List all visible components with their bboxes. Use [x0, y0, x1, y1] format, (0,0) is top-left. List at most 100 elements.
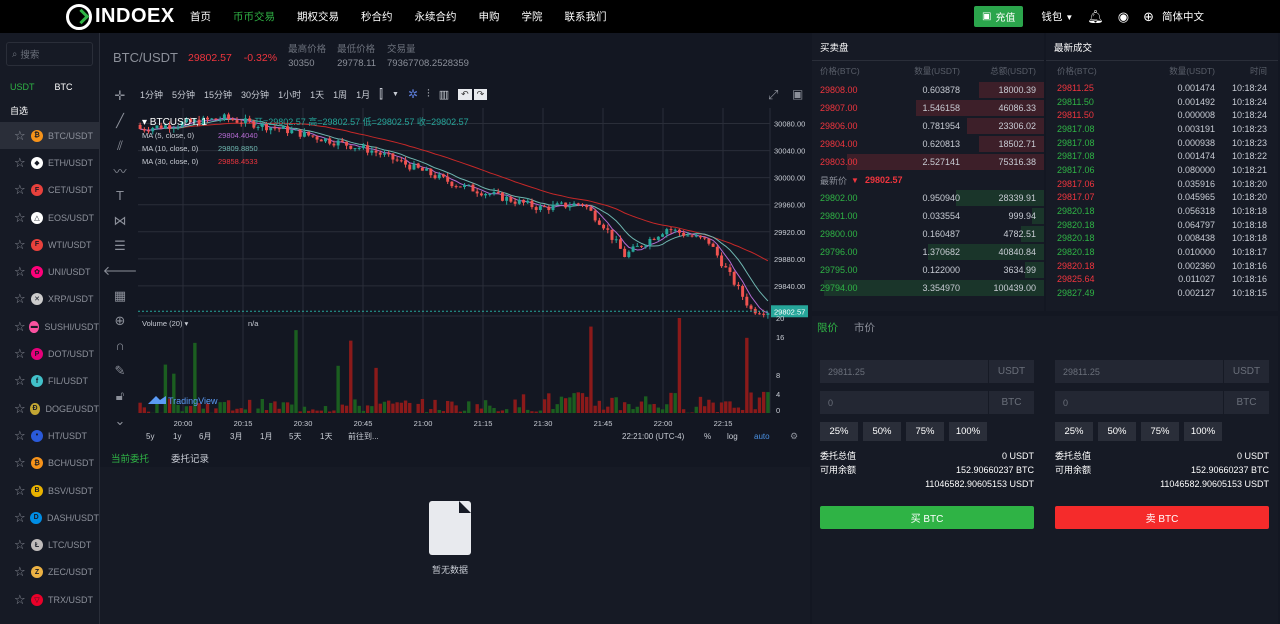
coin-item[interactable]: ☆ ✿ UNI/USDT — [0, 258, 99, 285]
favorites-label[interactable]: 自选 — [0, 104, 99, 118]
coin-item[interactable]: ☆ ₿ BTC/USDT — [0, 122, 99, 150]
indicators-icon[interactable]: ⫶ — [427, 88, 430, 101]
order-book-row[interactable]: 29806.00 0.781954 23306.02 — [812, 117, 1044, 135]
interval-1w[interactable]: 1周 — [333, 88, 347, 101]
coin-item[interactable]: ☆ ▬ SUSHI/USDT — [0, 313, 99, 340]
star-icon[interactable]: ☆ — [14, 373, 31, 389]
buy-50-button[interactable]: 50% — [863, 422, 901, 441]
sell-100-button[interactable]: 100% — [1184, 422, 1222, 441]
coin-item[interactable]: ☆ • HT/USDT — [0, 422, 99, 449]
tab-limit[interactable]: 限价 — [817, 320, 838, 335]
star-icon[interactable]: ☆ — [14, 510, 30, 526]
coin-item[interactable]: ☆ D DASH/USDT — [0, 504, 99, 531]
order-book-row[interactable]: 29800.00 0.160487 4782.51 — [812, 225, 1044, 243]
order-book-row[interactable]: 29796.00 1.370682 40840.84 — [812, 243, 1044, 261]
indoex-logo[interactable]: INDOEX — [66, 3, 190, 30]
chevron-down-icon[interactable]: ▼ — [392, 91, 399, 98]
ruler-icon[interactable]: ▦ — [105, 283, 135, 308]
sell-50-button[interactable]: 50% — [1098, 422, 1136, 441]
nav-second-contract[interactable]: 秒合约 — [361, 9, 393, 24]
fib-icon[interactable]: ☰ — [105, 233, 135, 258]
zoom-in-icon[interactable]: ⊕ — [105, 308, 135, 333]
order-book-row[interactable]: 29802.00 0.950940 28339.91 — [812, 189, 1044, 207]
buy-price-input[interactable]: 29811.25 USDT — [820, 360, 1034, 383]
wallet-menu[interactable]: 钱包 ▼ — [1041, 9, 1073, 24]
coin-item[interactable]: ☆ △ EOS/USDT — [0, 204, 99, 231]
tab-order-history[interactable]: 委托记录 — [171, 451, 209, 465]
interval-30m[interactable]: 30分钟 — [241, 88, 269, 101]
magnet-icon[interactable]: ∩ — [105, 333, 135, 358]
globe-icon[interactable]: ⊕ — [1143, 9, 1154, 25]
star-icon[interactable]: ☆ — [14, 210, 31, 226]
candle-style-icon[interactable]: ⫿ — [379, 87, 383, 102]
nav-options[interactable]: 期权交易 — [297, 9, 339, 24]
coin-item[interactable]: ☆ Z ZEC/USDT — [0, 559, 99, 586]
star-icon[interactable]: ☆ — [14, 401, 30, 417]
nav-spot-trading[interactable]: 币币交易 — [233, 9, 275, 24]
sell-price-input[interactable]: 29811.25 USDT — [1055, 360, 1269, 383]
chevron-down-icon[interactable]: ⌄ — [105, 408, 135, 433]
crosshair-icon[interactable]: ✛ — [105, 83, 135, 108]
recharge-button[interactable]: ▣ 充值 — [973, 6, 1024, 27]
star-icon[interactable]: ☆ — [14, 264, 31, 280]
buy-25-button[interactable]: 25% — [820, 422, 858, 441]
undo-icon[interactable]: ↶ — [458, 88, 472, 100]
nav-home[interactable]: 首页 — [190, 9, 211, 24]
interval-15m[interactable]: 15分钟 — [204, 88, 232, 101]
order-book-row[interactable]: 29801.00 0.033554 999.94 — [812, 207, 1044, 225]
arrow-left-icon[interactable]: 🡐 — [103, 258, 138, 283]
star-icon[interactable]: ☆ — [14, 155, 31, 171]
search-input[interactable]: ⌕ 搜索 — [6, 42, 93, 66]
user-icon[interactable]: ◉ — [1118, 9, 1129, 25]
bell-icon[interactable]: 🔔︎ — [1087, 9, 1104, 25]
order-book-row[interactable]: 29808.00 0.603878 18000.39 — [812, 81, 1044, 99]
sell-amount-input[interactable]: 0 BTC — [1055, 391, 1269, 414]
star-icon[interactable]: ☆ — [14, 291, 31, 307]
interval-1mo[interactable]: 1月 — [356, 88, 370, 101]
coin-item[interactable]: ☆ ▽ TRX/USDT — [0, 586, 99, 613]
pattern-icon[interactable]: ⋈ — [105, 208, 135, 233]
tab-market[interactable]: 市价 — [854, 320, 875, 335]
buy-100-button[interactable]: 100% — [949, 422, 987, 441]
star-icon[interactable]: ☆ — [14, 128, 31, 144]
brush-icon[interactable]: 〰 — [105, 158, 135, 183]
text-icon[interactable]: T — [105, 183, 135, 208]
order-book-row[interactable]: 29803.00 2.527141 75316.38 — [812, 153, 1044, 171]
coin-item[interactable]: ☆ B BSV/USDT — [0, 477, 99, 504]
star-icon[interactable]: ☆ — [14, 319, 29, 335]
interval-5m[interactable]: 5分钟 — [172, 88, 195, 101]
interval-1m[interactable]: 1分钟 — [140, 88, 163, 101]
coin-item[interactable]: ☆ P DOT/USDT — [0, 340, 99, 367]
coin-item[interactable]: ☆ F WTI/USDT — [0, 231, 99, 258]
compare-icon[interactable]: ▥ — [439, 88, 449, 101]
trend-line-icon[interactable]: ╱ — [105, 108, 135, 133]
coin-item[interactable]: ☆ Ð DOGE/USDT — [0, 395, 99, 422]
candlestick-chart[interactable]: 30080.00 30040.00 30000.00 29960.00 29920.00… — [138, 108, 808, 445]
sell-75-button[interactable]: 75% — [1141, 422, 1179, 441]
redo-icon[interactable]: ↷ — [473, 88, 488, 100]
nav-contact[interactable]: 联系我们 — [565, 9, 607, 24]
star-icon[interactable]: ☆ — [14, 237, 31, 253]
order-book-row[interactable]: 29804.00 0.620813 18502.71 — [812, 135, 1044, 153]
sell-25-button[interactable]: 25% — [1055, 422, 1093, 441]
coin-item[interactable]: ☆ ₿ BCH/USDT — [0, 450, 99, 477]
nav-subscription[interactable]: 申购 — [479, 9, 500, 24]
star-icon[interactable]: ☆ — [14, 455, 31, 471]
tab-btc[interactable]: BTC — [55, 82, 73, 92]
star-icon[interactable]: ☆ — [14, 537, 31, 553]
buy-button[interactable]: 买 BTC — [820, 506, 1034, 529]
tab-usdt[interactable]: USDT — [10, 82, 35, 92]
coin-item[interactable]: ☆ ✕ XRP/USDT — [0, 286, 99, 313]
coin-item[interactable]: ☆ F CET/USDT — [0, 177, 99, 204]
star-icon[interactable]: ☆ — [14, 564, 31, 580]
pitchfork-icon[interactable]: ⫽ — [105, 133, 135, 158]
coin-item[interactable]: ☆ Ł LTC/USDT — [0, 531, 99, 558]
order-book-row[interactable]: 29795.00 0.122000 3634.99 — [812, 261, 1044, 279]
star-icon[interactable]: ☆ — [14, 428, 31, 444]
star-icon[interactable]: ☆ — [14, 592, 31, 608]
star-icon[interactable]: ☆ — [14, 346, 31, 362]
star-icon[interactable]: ☆ — [14, 483, 31, 499]
lock-drawing-icon[interactable]: ✎ — [105, 358, 135, 383]
nav-academy[interactable]: 学院 — [522, 9, 543, 24]
order-book-row[interactable]: 29794.00 3.354970 100439.00 — [812, 279, 1044, 297]
